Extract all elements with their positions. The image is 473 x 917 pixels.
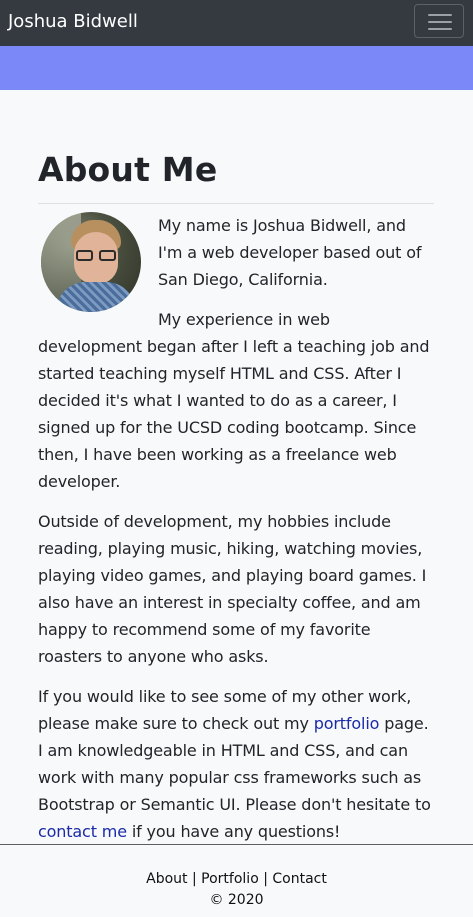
hamburger-menu-button[interactable] <box>414 4 464 38</box>
footer-link-about[interactable]: About <box>146 871 187 887</box>
profile-photo <box>41 212 141 312</box>
header-banner <box>0 46 473 90</box>
navbar: Joshua Bidwell <box>0 0 473 46</box>
footer: About | Portfolio | Contact © 2020 <box>0 844 473 917</box>
bio-paragraph-contact: If you would like to see some of my othe… <box>38 687 431 841</box>
contact-me-link[interactable]: contact me <box>38 822 127 841</box>
brand-name[interactable]: Joshua Bidwell <box>8 10 138 34</box>
hamburger-menu-icon <box>428 14 452 16</box>
footer-separator: | <box>258 871 273 887</box>
bio-paragraph-experience: My experience in web development began a… <box>38 310 430 491</box>
bio-paragraph-hobbies: Outside of development, my hobbies inclu… <box>38 512 427 666</box>
footer-links: About | Portfolio | Contact <box>0 870 473 888</box>
page-title: About Me <box>38 150 218 189</box>
about-section: About Me My name is Joshua Bidwell, and … <box>38 90 434 844</box>
divider <box>38 203 434 204</box>
footer-link-contact[interactable]: Contact <box>272 871 326 887</box>
portfolio-link[interactable]: portfolio <box>314 714 380 733</box>
copyright: © 2020 <box>209 892 264 908</box>
footer-separator: | <box>187 871 202 887</box>
bio: My name is Joshua Bidwell, and I'm a web… <box>38 212 434 844</box>
footer-link-portfolio[interactable]: Portfolio <box>201 871 259 887</box>
